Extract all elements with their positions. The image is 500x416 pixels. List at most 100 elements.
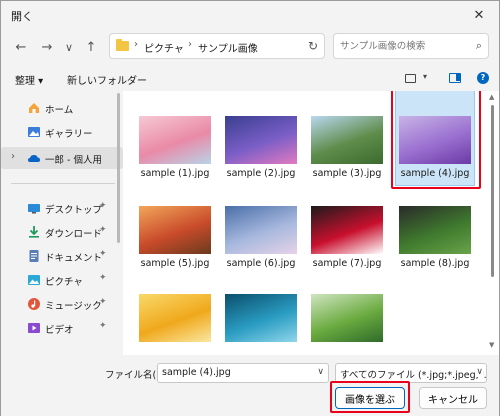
pin-icon: ✦	[99, 249, 107, 259]
picture-icon	[27, 273, 41, 287]
image-thumbnail	[139, 116, 211, 164]
file-item[interactable]: sample (3).jpg	[305, 91, 389, 179]
help-icon[interactable]: ?	[477, 72, 489, 84]
breadcrumb-separator: ›	[188, 39, 192, 50]
sidebar-item-onedrive[interactable]: › 一郎 - 個人用	[1, 147, 123, 169]
file-item[interactable]	[133, 263, 217, 353]
breadcrumb-separator: ›	[134, 39, 138, 50]
forward-button[interactable]: →	[37, 37, 57, 57]
image-thumbnail	[399, 206, 471, 254]
file-open-dialog: 開く ✕ ← → ∨ ↑ › ピクチャ › サンプル画像 ↻ ⌕	[0, 0, 500, 416]
up-arrow-icon: ↑	[85, 39, 97, 55]
file-item[interactable]	[305, 263, 389, 353]
image-thumbnail	[311, 206, 383, 254]
gallery-icon	[27, 125, 41, 139]
chevron-down-icon[interactable]: ∨	[317, 367, 324, 377]
refresh-icon[interactable]: ↻	[308, 39, 318, 53]
file-name: sample (8).jpg	[400, 258, 470, 269]
sidebar-item-desktop[interactable]: デスクトップ ✦	[1, 197, 123, 219]
file-item[interactable]	[219, 263, 303, 353]
image-thumbnail	[139, 206, 211, 254]
file-item[interactable]: sample (7).jpg	[305, 175, 389, 269]
video-icon	[27, 321, 41, 335]
sidebar-item-label: デスクトップ	[45, 205, 103, 216]
pin-icon: ✦	[99, 297, 107, 307]
document-icon	[27, 249, 41, 263]
back-button[interactable]: ←	[11, 37, 31, 57]
address-bar[interactable]: › ピクチャ › サンプル画像 ↻	[109, 33, 325, 59]
sidebar-item-gallery[interactable]: ギャラリー	[1, 121, 123, 143]
organize-menu[interactable]: 整理 ▾	[15, 72, 43, 87]
navigation-pane-scrollbar[interactable]	[117, 93, 121, 351]
chevron-down-icon[interactable]: ▾	[423, 72, 427, 81]
file-item[interactable]: sample (2).jpg	[219, 91, 303, 179]
recent-locations-button[interactable]: ∨	[59, 37, 79, 57]
sidebar-item-videos[interactable]: ビデオ ✦	[1, 317, 123, 339]
sidebar-item-label: ドキュメント	[45, 253, 103, 264]
file-list-scrollbar[interactable]: ▲ ▼	[489, 93, 497, 351]
dialog-footer: ファイル名(N): sample (4).jpg ∨ すべてのファイル (*.j…	[1, 355, 499, 416]
close-icon: ✕	[473, 7, 485, 23]
file-list-view: sample (1).jpg sample (2).jpg sample (3).j…	[123, 91, 499, 355]
sidebar-item-label: ギャラリー	[45, 129, 93, 140]
sidebar-item-pictures[interactable]: ピクチャ ✦	[1, 269, 123, 291]
cancel-button[interactable]: キャンセル	[419, 387, 487, 409]
forward-arrow-icon: →	[41, 39, 53, 55]
sidebar-item-label: ホーム	[45, 105, 74, 116]
search-icon[interactable]: ⌕	[476, 39, 482, 53]
filetype-dropdown[interactable]: すべてのファイル (*.jpg;*.jpeg;*.bmp ∨	[335, 363, 487, 383]
image-thumbnail	[225, 294, 297, 342]
title-bar: 開く ✕	[1, 1, 499, 29]
sidebar-divider	[11, 183, 115, 184]
close-button[interactable]: ✕	[459, 1, 499, 29]
image-thumbnail	[225, 206, 297, 254]
navigation-pane: ホーム ギャラリー › 一郎 - 個人用 デスクトップ ✦ ダウンロード ✦ ド…	[1, 91, 123, 355]
breadcrumb-sample-images[interactable]: サンプル画像	[198, 40, 258, 55]
search-input[interactable]	[340, 39, 464, 53]
cloud-icon	[27, 151, 41, 165]
sidebar-item-downloads[interactable]: ダウンロード ✦	[1, 221, 123, 243]
pin-icon: ✦	[99, 321, 107, 331]
file-item[interactable]: sample (5).jpg	[133, 175, 217, 269]
scrollbar-thumb[interactable]	[491, 105, 494, 277]
pin-icon: ✦	[99, 225, 107, 235]
navigation-bar: ← → ∨ ↑ › ピクチャ › サンプル画像 ↻ ⌕	[1, 29, 499, 65]
preview-pane-icon[interactable]	[449, 73, 461, 83]
file-item[interactable]: sample (6).jpg	[219, 175, 303, 269]
sidebar-item-label: 一郎 - 個人用	[45, 155, 102, 166]
file-item[interactable]: sample (1).jpg	[133, 91, 217, 179]
sidebar-item-documents[interactable]: ドキュメント ✦	[1, 245, 123, 267]
scroll-down-arrow-icon[interactable]: ▼	[489, 341, 494, 349]
back-arrow-icon: ←	[15, 39, 27, 55]
dialog-title: 開く	[11, 10, 33, 23]
scrollbar-thumb[interactable]	[117, 93, 120, 243]
view-menu-icon[interactable]	[405, 74, 416, 83]
scroll-up-arrow-icon[interactable]: ▲	[489, 93, 494, 101]
download-icon	[27, 225, 41, 239]
highlight-box	[330, 381, 410, 413]
image-thumbnail	[225, 116, 297, 164]
sidebar-item-label: ビデオ	[45, 325, 74, 336]
sidebar-item-music[interactable]: ミュージック ✦	[1, 293, 123, 315]
filename-field[interactable]: sample (4).jpg ∨	[157, 363, 329, 383]
search-box[interactable]: ⌕	[333, 33, 489, 59]
expand-chevron-icon[interactable]: ›	[11, 151, 15, 162]
desktop-icon	[27, 201, 41, 215]
folder-icon	[116, 39, 129, 51]
chevron-down-icon: ∨	[64, 40, 74, 54]
pin-icon: ✦	[99, 201, 107, 211]
filename-value[interactable]: sample (4).jpg	[162, 367, 231, 378]
chevron-down-icon: ∨	[476, 367, 483, 377]
home-icon	[27, 101, 41, 115]
sidebar-item-home[interactable]: ホーム	[1, 97, 123, 119]
highlight-box	[391, 91, 481, 189]
pin-icon: ✦	[99, 273, 107, 283]
image-thumbnail	[311, 294, 383, 342]
breadcrumb-pictures[interactable]: ピクチャ	[144, 40, 184, 55]
up-button[interactable]: ↑	[81, 37, 101, 57]
music-icon	[27, 297, 41, 311]
sidebar-item-label: ミュージック	[45, 301, 102, 312]
sidebar-item-label: ダウンロード	[45, 229, 103, 240]
new-folder-button[interactable]: 新しいフォルダー	[67, 72, 147, 87]
command-bar: 整理 ▾ 新しいフォルダー ▾ ?	[1, 67, 499, 91]
